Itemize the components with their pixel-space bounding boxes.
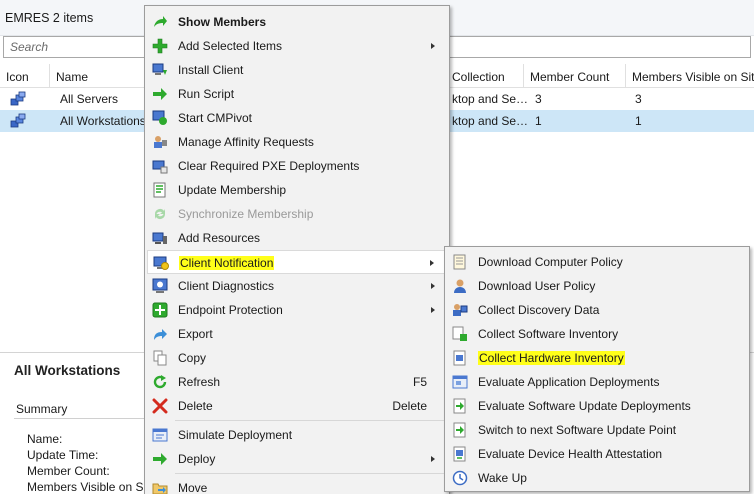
client-notification-label: Client Notification xyxy=(179,256,275,270)
row-collection: ktop and Se… xyxy=(452,114,529,128)
software-inventory-icon xyxy=(452,326,467,341)
add-plus-icon xyxy=(152,38,168,54)
menu-item-evaluate-application-deployments[interactable]: Evaluate Application Deployments xyxy=(447,370,747,394)
menu-item-refresh[interactable]: Refresh F5 xyxy=(147,370,447,394)
collect-hardware-inventory-label: Collect Hardware Inventory xyxy=(478,351,625,365)
menu-item-collect-software-inventory[interactable]: Collect Software Inventory xyxy=(447,322,747,346)
menu-item-install-client[interactable]: Install Client xyxy=(147,58,447,82)
details-title: All Workstations xyxy=(14,363,121,378)
collection-icon xyxy=(10,91,26,106)
submenu-arrow-icon xyxy=(431,43,435,49)
menu-item-add-resources[interactable]: Add Resources xyxy=(147,226,447,250)
menu-item-simulate-deployment[interactable]: Simulate Deployment xyxy=(147,423,447,447)
simulate-deployment-icon xyxy=(152,428,168,442)
wake-up-clock-icon xyxy=(452,470,468,486)
menu-item-delete[interactable]: Delete Delete xyxy=(147,394,447,418)
summary-tab[interactable]: Summary xyxy=(16,402,67,416)
collection-title: EMRES 2 items xyxy=(5,11,94,25)
submenu-arrow-icon xyxy=(431,456,435,462)
column-header-collection[interactable]: Collection xyxy=(446,64,524,88)
menu-separator xyxy=(175,473,445,474)
submenu-arrow-icon xyxy=(430,260,434,266)
menu-separator xyxy=(175,420,445,421)
menu-item-evaluate-device-health-attestation[interactable]: Evaluate Device Health Attestation xyxy=(447,442,747,466)
field-update-time-label: Update Time: xyxy=(27,448,99,462)
menu-item-export[interactable]: Export xyxy=(147,322,447,346)
column-header-name[interactable]: Name xyxy=(50,64,150,88)
field-member-count-label: Member Count: xyxy=(27,464,110,478)
menu-item-client-notification[interactable]: Client Notification xyxy=(147,250,447,274)
application-deployments-icon xyxy=(452,375,468,389)
menu-item-add-selected-items[interactable]: Add Selected Items xyxy=(147,34,447,58)
row-member-count: 1 xyxy=(535,114,542,128)
row-member-count: 3 xyxy=(535,92,542,106)
field-members-visible-label: Members Visible on Sit xyxy=(27,480,150,494)
menu-item-download-user-policy[interactable]: Download User Policy xyxy=(447,274,747,298)
field-name-label: Name: xyxy=(27,432,63,446)
menu-item-endpoint-protection[interactable]: Endpoint Protection xyxy=(147,298,447,322)
menu-item-download-computer-policy[interactable]: Download Computer Policy xyxy=(447,250,747,274)
switch-update-point-icon xyxy=(453,422,466,438)
hardware-inventory-icon xyxy=(453,350,466,366)
menu-item-manage-affinity-requests[interactable]: Manage Affinity Requests xyxy=(147,130,447,154)
row-name: All Workstations xyxy=(60,114,146,128)
menu-item-start-cmpivot[interactable]: Start CMPivot xyxy=(147,106,447,130)
add-resources-icon xyxy=(152,232,167,244)
menu-item-client-diagnostics[interactable]: Client Diagnostics xyxy=(147,274,447,298)
menu-item-collect-discovery-data[interactable]: Collect Discovery Data xyxy=(447,298,747,322)
column-header-members-visible[interactable]: Members Visible on Site xyxy=(626,64,754,88)
menu-item-copy[interactable]: Copy xyxy=(147,346,447,370)
software-update-deployments-icon xyxy=(453,398,466,414)
update-membership-icon xyxy=(153,182,166,198)
menu-item-show-members[interactable]: Show Members xyxy=(147,10,447,34)
row-members-visible: 3 xyxy=(635,92,642,106)
synchronize-icon xyxy=(155,209,165,219)
discovery-data-icon xyxy=(453,304,468,316)
row-name: All Servers xyxy=(60,92,119,106)
client-notification-icon xyxy=(153,256,169,270)
column-header-icon[interactable]: Icon xyxy=(0,64,50,88)
row-collection: ktop and Se… xyxy=(452,92,529,106)
menu-item-wake-up[interactable]: Wake Up xyxy=(447,466,747,490)
deploy-arrow-icon xyxy=(153,453,167,465)
delete-x-icon xyxy=(152,398,168,414)
row-members-visible: 1 xyxy=(635,114,642,128)
refresh-shortcut: F5 xyxy=(412,375,427,389)
menu-item-move[interactable]: Move xyxy=(147,476,447,494)
submenu-arrow-icon xyxy=(431,307,435,313)
client-notification-submenu: Download Computer Policy Download User P… xyxy=(444,246,750,492)
menu-item-clear-required-pxe-deployments[interactable]: Clear Required PXE Deployments xyxy=(147,154,447,178)
device-health-icon xyxy=(453,446,466,462)
column-header-member-count[interactable]: Member Count xyxy=(524,64,626,88)
menu-item-deploy[interactable]: Deploy xyxy=(147,447,447,471)
summary-divider xyxy=(14,418,146,419)
menu-item-collect-hardware-inventory[interactable]: Collect Hardware Inventory xyxy=(447,346,747,370)
affinity-requests-icon xyxy=(154,136,167,148)
client-diagnostics-icon xyxy=(152,278,168,293)
menu-item-update-membership[interactable]: Update Membership xyxy=(147,178,447,202)
install-client-icon xyxy=(152,63,167,75)
menu-item-run-script[interactable]: Run Script xyxy=(147,82,447,106)
delete-shortcut: Delete xyxy=(392,399,427,413)
menu-item-synchronize-membership: Synchronize Membership xyxy=(147,202,447,226)
copy-icon xyxy=(153,350,167,366)
user-policy-icon xyxy=(454,279,466,293)
refresh-icon xyxy=(153,375,167,389)
clear-pxe-icon xyxy=(152,160,168,174)
export-arrow-icon xyxy=(154,329,167,340)
collection-context-menu: Show Members Add Selected Items Install … xyxy=(144,5,450,494)
cmpivot-icon xyxy=(152,110,167,125)
menu-item-evaluate-software-update-deployments[interactable]: Evaluate Software Update Deployments xyxy=(447,394,747,418)
move-folder-icon xyxy=(152,483,168,494)
endpoint-protection-icon xyxy=(152,302,168,318)
collection-icon xyxy=(10,113,26,128)
submenu-arrow-icon xyxy=(431,283,435,289)
run-script-arrow-icon xyxy=(153,88,167,100)
show-members-arrow-icon xyxy=(154,16,167,27)
computer-policy-icon xyxy=(453,254,466,270)
menu-item-switch-software-update-point[interactable]: Switch to next Software Update Point xyxy=(447,418,747,442)
